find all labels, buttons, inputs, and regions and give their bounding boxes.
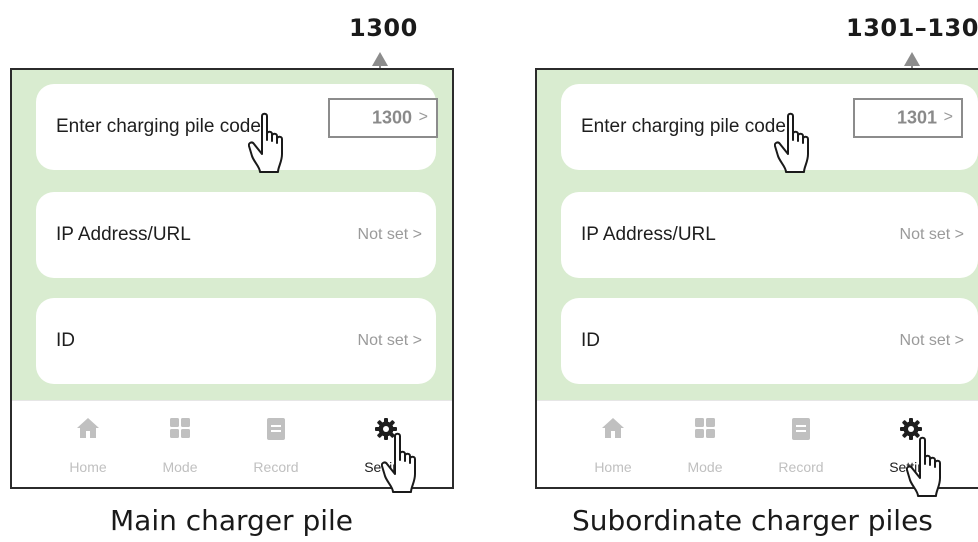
grid-icon [695, 418, 715, 438]
tab-record-label: Record [778, 459, 824, 475]
tab-mode-label: Mode [687, 459, 723, 475]
home-icon [602, 418, 624, 438]
ip-address-label: IP Address/URL [581, 224, 716, 245]
hand-pointer-icon [248, 112, 283, 173]
hand-pointer-icon [381, 432, 416, 493]
ip-address-label: IP Address/URL [56, 224, 191, 245]
charging-pile-code-value-box[interactable]: 1301 > [853, 98, 963, 138]
tab-home[interactable]: Home [573, 401, 653, 487]
id-row[interactable]: ID Not set > [561, 298, 978, 384]
id-row[interactable]: ID Not set > [36, 298, 436, 384]
hand-pointer-icon [906, 436, 941, 497]
tab-home-label: Home [594, 459, 632, 475]
tab-mode-label: Mode [162, 459, 198, 475]
tab-record[interactable]: Record [761, 401, 841, 487]
subordinate-code-label: 1301–1309 [846, 14, 978, 42]
grid-icon [170, 418, 190, 438]
home-icon [77, 418, 99, 438]
main-phone-screen: Enter charging pile code 1300 > IP Addre… [10, 68, 454, 489]
charging-pile-code-row[interactable]: Enter charging pile code 1301 > [561, 84, 978, 170]
charging-pile-code-label: Enter charging pile code [581, 116, 786, 137]
ip-address-row[interactable]: IP Address/URL Not set > [561, 192, 978, 278]
tab-record-label: Record [253, 459, 299, 475]
main-code-label: 1300 [349, 14, 418, 42]
ip-address-value: Not set > [357, 226, 422, 243]
main-caption: Main charger pile [110, 504, 354, 537]
subordinate-caption: Subordinate charger piles [572, 504, 933, 537]
chevron-right-icon: > [418, 108, 428, 126]
document-icon [267, 418, 285, 440]
subordinate-phone-screen: Enter charging pile code 1301 > IP Addre… [535, 68, 978, 489]
charging-pile-code-value: 1301 [896, 107, 937, 128]
charging-pile-code-value: 1300 [371, 107, 412, 128]
chevron-right-icon: > [943, 108, 953, 126]
charging-pile-code-row[interactable]: Enter charging pile code 1300 > [36, 84, 438, 170]
id-label: ID [56, 330, 75, 351]
tab-mode[interactable]: Mode [140, 401, 220, 487]
ip-address-row[interactable]: IP Address/URL Not set > [36, 192, 436, 278]
ip-address-value: Not set > [899, 226, 964, 243]
id-label: ID [581, 330, 600, 351]
tab-home-label: Home [69, 459, 107, 475]
tab-record[interactable]: Record [236, 401, 316, 487]
id-value: Not set > [357, 332, 422, 349]
charging-pile-code-label: Enter charging pile code [56, 116, 261, 137]
tab-home[interactable]: Home [48, 401, 128, 487]
document-icon [792, 418, 810, 440]
id-value: Not set > [899, 332, 964, 349]
hand-pointer-icon [774, 112, 809, 173]
charging-pile-code-value-box[interactable]: 1300 > [328, 98, 438, 138]
tab-mode[interactable]: Mode [665, 401, 745, 487]
